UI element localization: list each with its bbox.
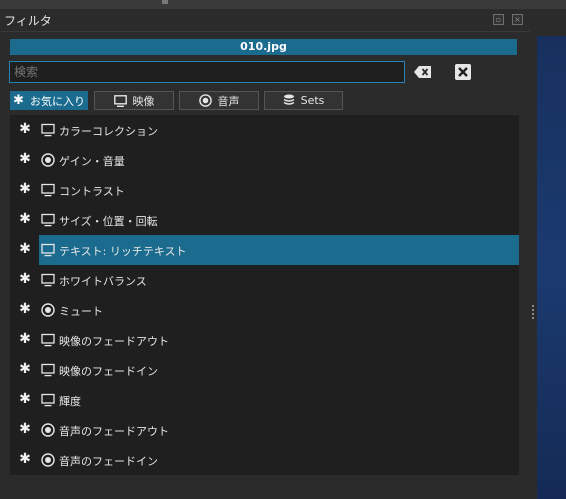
filter-row[interactable]: ✱ コントラスト (10, 175, 519, 205)
favorite-star-icon[interactable]: ✱ (18, 152, 32, 166)
filter-label: ホワイトバランス (59, 275, 147, 288)
favorite-star-icon[interactable]: ✱ (18, 452, 32, 466)
asterisk-icon: ✱ (13, 93, 24, 108)
tab-favorites[interactable]: ✱ お気に入り (10, 91, 88, 110)
monitor-icon (41, 213, 55, 227)
filter-label: カラーコレクション (59, 125, 158, 138)
preview-area (537, 36, 566, 499)
splitter-grip-icon[interactable] (532, 305, 534, 321)
audio-icon (41, 303, 55, 317)
filter-row[interactable]: ✱ ホワイトバランス (10, 265, 519, 295)
filter-label: テキスト: リッチテキスト (59, 245, 187, 258)
favorite-star-icon[interactable]: ✱ (18, 302, 32, 316)
filter-row[interactable]: ✱ 映像のフェードアウト (10, 325, 519, 355)
favorite-star-icon[interactable]: ✱ (18, 122, 32, 136)
filter-list: ✱ カラーコレクション ✱ ゲイン・音量 ✱ コントラスト ✱ サイズ・位置・回転 ✱ テキスト:… (10, 115, 519, 475)
monitor-icon (41, 393, 55, 407)
filter-label: 映像のフェードアウト (59, 335, 169, 348)
filter-label: 音声のフェードイン (59, 455, 158, 468)
close-panel-icon[interactable]: × (512, 14, 523, 25)
favorite-star-icon[interactable]: ✱ (18, 422, 32, 436)
favorite-star-icon[interactable]: ✱ (18, 212, 32, 226)
search-input[interactable] (9, 61, 405, 83)
filter-row[interactable]: ✱ カラーコレクション (10, 115, 519, 145)
audio-icon (41, 423, 55, 437)
dock-handle-icon (162, 0, 168, 4)
filter-row[interactable]: ✱ 輝度 (10, 385, 519, 415)
monitor-icon (41, 333, 55, 347)
tab-label: 映像 (132, 94, 155, 108)
filter-label: 映像のフェードイン (59, 365, 158, 378)
monitor-icon (41, 243, 55, 257)
filter-row[interactable]: ✱ ミュート (10, 295, 519, 325)
favorite-star-icon[interactable]: ✱ (18, 392, 32, 406)
filter-label: コントラスト (59, 185, 125, 198)
tab-label: Sets (300, 94, 325, 107)
filter-row[interactable]: ✱ ゲイン・音量 (10, 145, 519, 175)
filter-row[interactable]: ✱ テキスト: リッチテキスト (10, 235, 519, 265)
filter-row[interactable]: ✱ 音声のフェードアウト (10, 415, 519, 445)
favorite-star-icon[interactable]: ✱ (18, 242, 32, 256)
favorite-star-icon[interactable]: ✱ (18, 362, 32, 376)
favorite-star-icon[interactable]: ✱ (18, 272, 32, 286)
monitor-icon (41, 363, 55, 377)
monitor-icon (113, 94, 127, 107)
audio-icon (198, 94, 212, 107)
monitor-icon (41, 183, 55, 197)
tab-video[interactable]: 映像 (94, 91, 174, 110)
top-strip (0, 0, 566, 9)
tab-audio[interactable]: 音声 (179, 91, 259, 110)
monitor-icon (41, 273, 55, 287)
favorite-star-icon[interactable]: ✱ (18, 332, 32, 346)
tab-label: 音声 (217, 94, 240, 108)
float-icon[interactable]: ▫ (493, 14, 504, 25)
clear-search-icon[interactable] (414, 65, 432, 79)
filter-label: 音声のフェードアウト (59, 425, 169, 438)
filter-row[interactable]: ✱ 音声のフェードイン (10, 445, 519, 475)
tab-label: お気に入り (29, 94, 85, 108)
filter-label: 輝度 (59, 395, 81, 408)
monitor-icon (41, 123, 55, 137)
panel-title: フィルタ (4, 14, 52, 28)
stack-icon (283, 94, 295, 105)
filter-label: サイズ・位置・回転 (59, 215, 158, 228)
panel-titlebar: フィルタ ▫ × (0, 9, 530, 32)
filter-row[interactable]: ✱ サイズ・位置・回転 (10, 205, 519, 235)
filter-row[interactable]: ✱ 映像のフェードイン (10, 355, 519, 385)
favorite-star-icon[interactable]: ✱ (18, 182, 32, 196)
panel-splitter[interactable] (530, 9, 537, 499)
current-file-label: 010.jpg (10, 39, 517, 55)
filter-label: ミュート (59, 305, 103, 318)
audio-icon (41, 453, 55, 467)
close-icon[interactable] (455, 64, 471, 80)
audio-icon (41, 153, 55, 167)
filter-label: ゲイン・音量 (59, 155, 125, 168)
tab-sets[interactable]: Sets (264, 91, 343, 110)
right-panel-header (537, 9, 566, 36)
